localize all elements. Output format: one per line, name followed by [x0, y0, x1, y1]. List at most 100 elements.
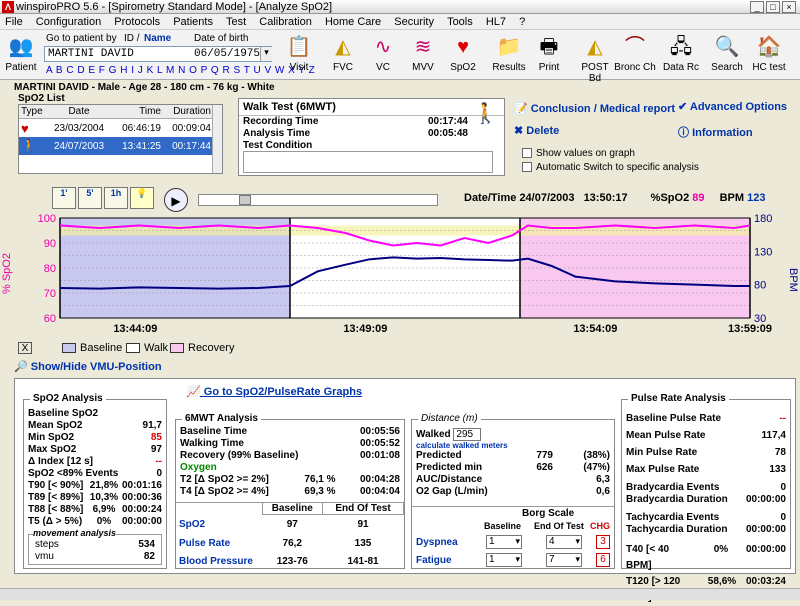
menu-tools[interactable]: Tools [442, 14, 478, 30]
menu-file[interactable]: File [0, 14, 28, 30]
close-button[interactable]: × [782, 1, 796, 13]
col-time[interactable]: Time [113, 105, 163, 118]
search-icon: 🔍 [714, 36, 740, 58]
show-values-checkbox[interactable]: Show values on graph [522, 148, 635, 159]
col-type[interactable]: Type [19, 105, 45, 118]
alphabet-index[interactable]: A B C D E F G H I J K L M N O P Q R S T … [46, 65, 315, 76]
walked-input[interactable]: 295 [453, 428, 482, 441]
zoom-1h-button[interactable]: 1h [104, 187, 128, 209]
zoom-5min-button[interactable]: 5' [78, 187, 102, 209]
vc-button[interactable]: ∿ VC [362, 34, 404, 73]
fatigue-end-select[interactable]: 7 [546, 553, 582, 567]
col-date[interactable]: Date [45, 105, 113, 118]
menu-configuration[interactable]: Configuration [31, 14, 106, 30]
auto-switch-checkbox[interactable]: Automatic Switch to specific analysis [522, 162, 699, 173]
baseline-time-row: Baseline Time 00:05:56 [176, 426, 404, 438]
row-label: SpO2 [179, 519, 206, 530]
cell-end: 135 [354, 538, 372, 549]
list-item[interactable]: ♥ 23/03/2004 06:46:19 00:09:04 [19, 119, 222, 137]
name-label[interactable]: Name [144, 33, 171, 44]
o2-gap-value: 0,6 [596, 486, 610, 497]
minimize-button[interactable]: _ [750, 1, 764, 13]
t40-label: T40 [< 40 BPM] [626, 544, 670, 571]
dyspnea-label: Dyspnea [416, 537, 458, 548]
spo2-button[interactable]: ♥ SpO2 [442, 34, 484, 73]
cell-baseline: 123-76 [276, 556, 308, 567]
delete-button[interactable]: ✖ Delete [514, 124, 559, 137]
menu-help[interactable]: ? [514, 14, 530, 30]
t2-pct: 76,1 % [304, 474, 336, 485]
menu-test[interactable]: Test [221, 14, 251, 30]
fvc-button[interactable]: ◭ FVC [322, 34, 364, 73]
results-icon: 📁 [496, 36, 522, 58]
menu-patients[interactable]: Patients [168, 14, 218, 30]
delta-index-label: Δ Index [12 s] [28, 456, 93, 467]
delete-label: Delete [526, 125, 560, 137]
t40-row: T40 [< 40 BPM] 0% 00:00:00 [622, 542, 790, 574]
brady-duration-value: 00:00:00 [745, 494, 786, 505]
row-time: 06:46:19 [122, 122, 161, 134]
test-condition-field[interactable] [243, 151, 493, 173]
results-button[interactable]: 📁 Results [488, 34, 530, 73]
toolbar: 👥 Patient Go to patient by ID / Name Dat… [0, 30, 800, 84]
brady-duration-label: Bradycardia Duration [626, 494, 728, 505]
lightbulb-icon[interactable]: 💡 [130, 187, 154, 209]
visit-button[interactable]: 📋 Visit [278, 34, 320, 73]
t5-time: 00:00:00 [121, 516, 162, 527]
play-button[interactable]: ▶ [164, 188, 188, 212]
phase-legend: X Baseline Walk Recovery [18, 342, 398, 356]
post-bd-icon: ◭ [587, 36, 603, 58]
hc-test-button[interactable]: 🏠 HC test [748, 34, 790, 73]
fatigue-label: Fatigue [416, 555, 452, 566]
calculate-link[interactable]: calculate walked meters [412, 441, 614, 450]
y-right-label: BPM [787, 268, 799, 292]
mean-spo2-value: 91,7 [142, 420, 162, 431]
patient-button[interactable]: 👥 Patient [0, 34, 42, 73]
information-button[interactable]: ⓘ Information [678, 124, 753, 140]
patient-search: Go to patient by ID / Name Date of birth… [44, 32, 315, 78]
spo2-readout-label: %SpO2 [650, 192, 690, 204]
post-bd-button[interactable]: ◭ POST Bd [574, 34, 616, 84]
maximize-button[interactable]: □ [766, 1, 780, 13]
spo2-bpm-chart[interactable]: 10090807060180130803013:44:09 13:49:09 13:… [0, 212, 800, 340]
dyspnea-end-select[interactable]: 4 [546, 535, 582, 549]
menu-calibration[interactable]: Calibration [254, 14, 317, 30]
time-scrollbar[interactable] [198, 194, 438, 206]
scroll-thumb[interactable] [239, 195, 251, 205]
t89-label: T89 [< 89%] [28, 492, 84, 503]
t4-label: T4 [Δ SpO2 >= 4%] [180, 486, 269, 497]
data-rc-button[interactable]: 🖧 Data Rc [660, 34, 702, 73]
conclusion-button[interactable]: 📝 Conclusion / Medical report [514, 102, 675, 115]
list-scrollbar[interactable] [212, 105, 222, 173]
print-button[interactable]: 🖶 Print [528, 34, 570, 73]
title-bar: Λ winspiroPRO 5.6 - [Spirometry Standard… [0, 0, 800, 14]
goto-graphs-link[interactable]: 📈 Go to SpO2/PulseRate Graphs [187, 385, 362, 398]
date-time-label: Date/Time [464, 192, 517, 204]
predicted-min-value: 626 [536, 462, 553, 473]
search-button[interactable]: 🔍 Search [706, 34, 748, 73]
borg-col-chg: CHG [590, 521, 610, 531]
show-hide-vmu-link[interactable]: 🔎 Show/Hide VMU-Position [14, 360, 162, 373]
menu-home-care[interactable]: Home Care [320, 14, 386, 30]
list-item[interactable]: 🚶 24/07/2003 13:41:25 00:17:44 [19, 137, 222, 155]
advanced-options-button[interactable]: ✔ Advanced Options [678, 100, 787, 113]
t90-pct: 21,8% [89, 480, 119, 491]
col-duration[interactable]: Duration [163, 105, 213, 118]
zoom-1min-button[interactable]: 1' [52, 187, 76, 209]
min-pulse-value: 78 [774, 447, 786, 458]
y-left-tick: 100 [38, 213, 56, 225]
graph-icon: 📈 [187, 386, 204, 398]
menu-protocols[interactable]: Protocols [109, 14, 165, 30]
menu-security[interactable]: Security [389, 14, 439, 30]
close-legend-button[interactable]: X [18, 342, 32, 354]
chevron-down-icon[interactable]: ▾ [260, 47, 272, 61]
mvv-button[interactable]: ≋ MVV [402, 34, 444, 73]
fatigue-baseline-select[interactable]: 1 [486, 553, 522, 567]
menu-hl7[interactable]: HL7 [481, 14, 511, 30]
dyspnea-baseline-select[interactable]: 1 [486, 535, 522, 549]
movement-analysis-box: movement analysis steps 534 vmu 82 [28, 528, 162, 565]
id-label[interactable]: ID / [124, 33, 140, 44]
t2-row: T2 [Δ SpO2 >= 2%] 76,1 % 00:04:28 [176, 474, 404, 486]
bronc-ch-button[interactable]: ⌒ Bronc Ch [614, 34, 656, 73]
delete-icon: ✖ [514, 125, 527, 137]
